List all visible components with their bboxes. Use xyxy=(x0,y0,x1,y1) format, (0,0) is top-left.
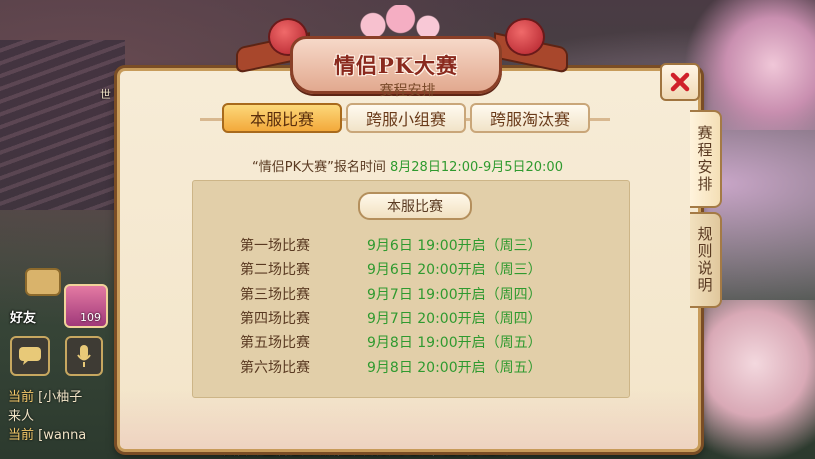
match-name: 第一场比赛 xyxy=(240,238,310,254)
match-time: 9月7日 19:00开启（周四） xyxy=(367,287,542,303)
temple-roof xyxy=(0,40,125,210)
chat-line: 当前 [wanna xyxy=(8,424,86,443)
schedule-row: 第四场比赛 9月7日 20:00开启（周四） xyxy=(240,308,570,328)
chat-text: [wanna xyxy=(38,428,87,443)
match-time: 9月6日 20:00开启（周三） xyxy=(367,262,542,278)
tab-cross-server-knockout[interactable]: 跨服淘汰赛 xyxy=(470,103,590,133)
match-time: 9月8日 19:00开启（周五） xyxy=(367,335,542,351)
chat-channel: 当前 xyxy=(8,428,35,443)
side-tab-rules[interactable]: 规则说明 xyxy=(690,212,722,308)
flower-decoration xyxy=(340,5,450,39)
schedule-row: 第一场比赛 9月6日 19:00开启（周三） xyxy=(240,235,570,255)
page-title: 情侣PK大赛 xyxy=(333,53,459,78)
side-tab-schedule[interactable]: 赛程安排 xyxy=(690,110,722,208)
chat-text: 来人 xyxy=(8,409,35,424)
schedule-row: 第六场比赛 9月8日 20:00开启（周五） xyxy=(240,357,570,377)
schedule-row: 第五场比赛 9月8日 19:00开启（周五） xyxy=(240,332,570,352)
registration-window: 8月28日12:00-9月5日20:00 xyxy=(390,160,563,175)
schedule-heading: 本服比赛 xyxy=(358,192,472,220)
tab-local-server[interactable]: 本服比赛 xyxy=(222,103,342,133)
friends-label[interactable]: 好友 xyxy=(10,307,36,326)
match-time: 9月8日 20:00开启（周五） xyxy=(367,360,542,376)
match-time: 9月6日 19:00开启（周三） xyxy=(367,238,542,254)
tab-cross-server-group[interactable]: 跨服小组赛 xyxy=(346,103,466,133)
chat-bubble-icon[interactable] xyxy=(10,336,50,376)
chat-line: 当前 [小柚子 xyxy=(8,386,82,405)
mail-icon[interactable] xyxy=(25,268,61,296)
close-button[interactable] xyxy=(660,63,700,101)
chat-text: [小柚子 xyxy=(38,390,83,405)
lantern-icon xyxy=(505,18,545,56)
registration-prefix: “情侣PK大赛”报名时间 xyxy=(252,160,386,175)
match-name: 第三场比赛 xyxy=(240,287,310,303)
match-name: 第六场比赛 xyxy=(240,360,310,376)
chat-channel: 当前 xyxy=(8,390,35,405)
avatar-level: 109 xyxy=(80,311,101,324)
match-name: 第五场比赛 xyxy=(240,335,310,351)
schedule-row: 第二场比赛 9月6日 20:00开启（周三） xyxy=(240,259,570,279)
match-name: 第二场比赛 xyxy=(240,262,310,278)
close-icon xyxy=(670,72,690,92)
chat-line: 来人 xyxy=(8,405,34,424)
match-name: 第四场比赛 xyxy=(240,311,310,327)
panel-decor xyxy=(120,389,698,449)
microphone-icon[interactable] xyxy=(65,336,103,376)
match-time: 9月7日 20:00开启（周四） xyxy=(367,311,542,327)
schedule-row: 第三场比赛 9月7日 19:00开启（周四） xyxy=(240,284,570,304)
